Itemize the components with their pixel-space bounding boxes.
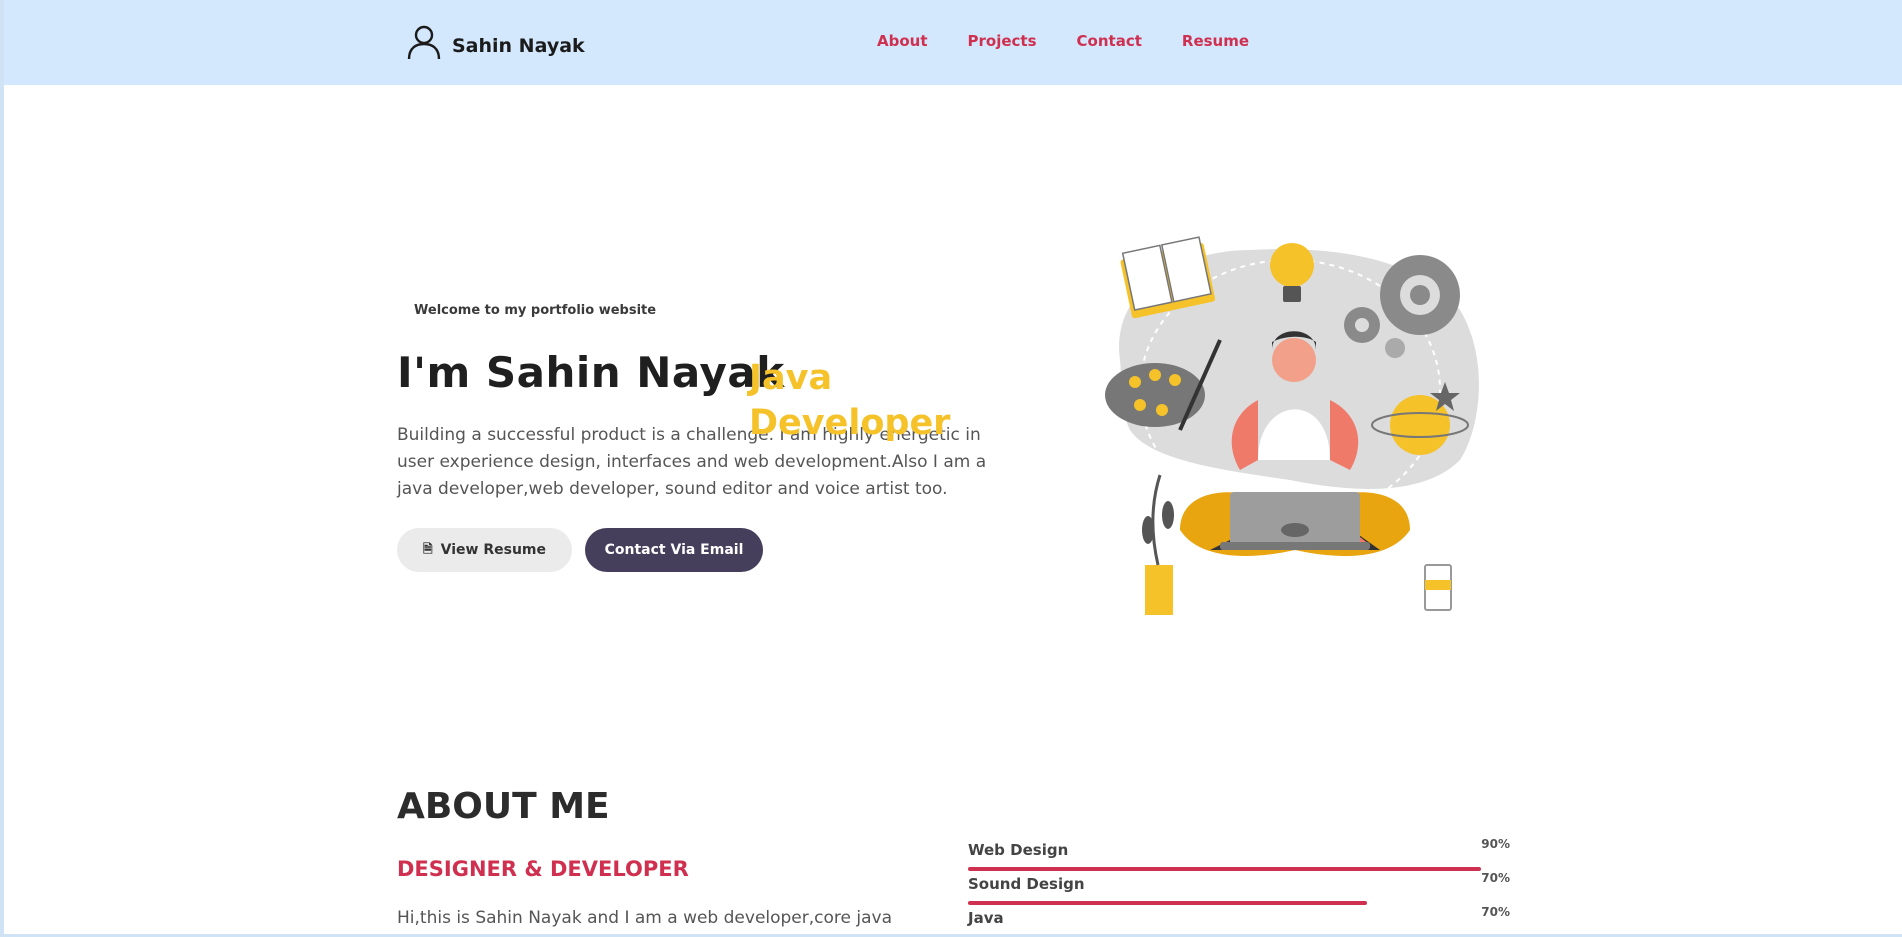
hero-role: Java Developer: [749, 358, 951, 443]
main-nav: About Projects Contact Resume: [877, 32, 1289, 50]
skill-name: Sound Design: [968, 875, 1085, 893]
skill-percent: 90%: [1481, 837, 1510, 851]
skill-name: Web Design: [968, 841, 1069, 859]
document-icon: 🗎: [422, 541, 433, 556]
nav-about[interactable]: About: [877, 32, 928, 50]
skill-progress-bar: [968, 901, 1367, 905]
about-title: ABOUT ME: [397, 786, 610, 827]
skill-percent: 70%: [1481, 871, 1510, 885]
skill-percent: 70%: [1481, 905, 1510, 919]
view-resume-label: View Resume: [440, 542, 546, 558]
window-frame-left: [0, 0, 4, 937]
welcome-text: Welcome to my portfolio website: [414, 303, 657, 318]
nav-projects[interactable]: Projects: [968, 32, 1037, 50]
site-header: Sahin Nayak About Projects Contact Resum…: [4, 0, 1902, 85]
view-resume-button[interactable]: 🗎 View Resume: [397, 528, 572, 572]
contact-email-button[interactable]: Contact Via Email: [585, 528, 763, 572]
skill-sound-design: Sound Design 70%: [968, 871, 1510, 905]
skill-progress-bar: [968, 867, 1481, 871]
brand-name: Sahin Nayak: [452, 35, 585, 57]
brand[interactable]: Sahin Nayak: [406, 24, 585, 60]
developer-illustration: [1105, 236, 1479, 615]
user-icon: [407, 25, 441, 60]
skill-java: Java 70%: [968, 905, 1510, 927]
about-text: Hi,this is Sahin Nayak and I am a web de…: [397, 908, 893, 928]
skill-name: Java: [968, 909, 1004, 927]
contact-email-label: Contact Via Email: [604, 542, 744, 558]
nav-resume[interactable]: Resume: [1182, 32, 1249, 50]
about-subtitle: DESIGNER & DEVELOPER: [397, 857, 689, 881]
skill-web-design: Web Design 90%: [968, 837, 1510, 871]
hero-title: I'm Sahin Nayak: [397, 348, 785, 397]
nav-contact[interactable]: Contact: [1077, 32, 1142, 50]
